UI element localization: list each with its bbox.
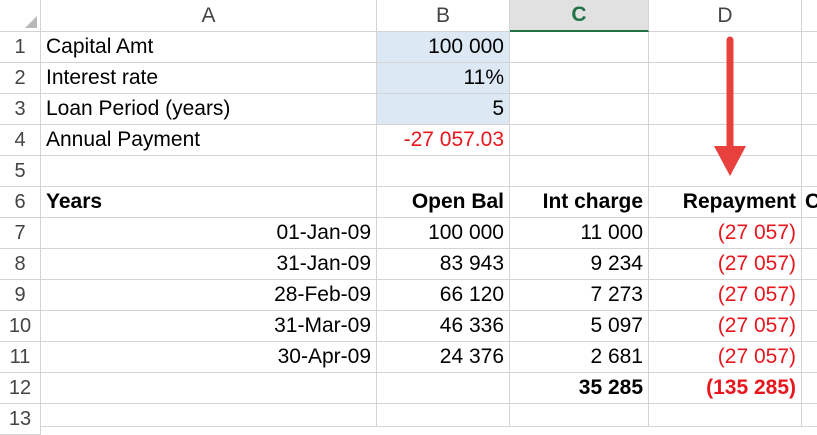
table-row-open-bal[interactable]: 66 120 <box>377 280 510 311</box>
table-row-int-charge[interactable]: 7 273 <box>510 280 649 311</box>
cell-a2-rate-label[interactable]: Interest rate <box>41 63 377 94</box>
cell-d13[interactable] <box>649 404 802 427</box>
row-header-4[interactable]: 4 <box>0 125 41 156</box>
row-header-11[interactable]: 11 <box>0 342 41 373</box>
table-row-int-charge[interactable]: 5 097 <box>510 311 649 342</box>
spreadsheet-grid: A B C D 1 2 3 4 5 6 7 8 9 10 11 12 13 Ca… <box>0 0 817 435</box>
row-header-9[interactable]: 9 <box>0 280 41 311</box>
cell-e3[interactable] <box>802 94 817 125</box>
cell-b2-rate-value[interactable]: 11% <box>377 63 510 94</box>
cell-e10[interactable] <box>802 311 817 342</box>
row-header-7[interactable]: 7 <box>0 218 41 249</box>
table-row-int-charge[interactable]: 9 234 <box>510 249 649 280</box>
header-repayment[interactable]: Repayment <box>649 187 802 218</box>
table-row-date[interactable]: 30-Apr-09 <box>41 342 377 373</box>
cell-d2[interactable] <box>649 63 802 94</box>
cell-b5[interactable] <box>377 156 510 187</box>
row-header-8[interactable]: 8 <box>0 249 41 280</box>
row-header-1[interactable]: 1 <box>0 32 41 63</box>
cell-b1-capital-value[interactable]: 100 000 <box>377 32 510 63</box>
column-header-d[interactable]: D <box>649 0 802 32</box>
cell-e1[interactable] <box>802 32 817 63</box>
cell-a5[interactable] <box>41 156 377 187</box>
table-row-open-bal[interactable]: 100 000 <box>377 218 510 249</box>
header-years[interactable]: Years <box>41 187 377 218</box>
cell-a4-payment-label[interactable]: Annual Payment <box>41 125 377 156</box>
total-repayment[interactable]: (135 285) <box>649 373 802 404</box>
total-int-charge[interactable]: 35 285 <box>510 373 649 404</box>
table-row-open-bal[interactable]: 24 376 <box>377 342 510 373</box>
cell-b3-period-value[interactable]: 5 <box>377 94 510 125</box>
cell-c5[interactable] <box>510 156 649 187</box>
table-row-repayment[interactable]: (27 057) <box>649 218 802 249</box>
column-header-a[interactable]: A <box>41 0 377 32</box>
header-int-charge[interactable]: Int charge <box>510 187 649 218</box>
cell-a13[interactable] <box>41 404 377 427</box>
table-row-date[interactable]: 28-Feb-09 <box>41 280 377 311</box>
cell-e7[interactable] <box>802 218 817 249</box>
cell-d3[interactable] <box>649 94 802 125</box>
cell-c3[interactable] <box>510 94 649 125</box>
table-row-open-bal[interactable]: 46 336 <box>377 311 510 342</box>
cell-e4[interactable] <box>802 125 817 156</box>
table-row-date[interactable]: 31-Mar-09 <box>41 311 377 342</box>
cell-e5[interactable] <box>802 156 817 187</box>
row-header-10[interactable]: 10 <box>0 311 41 342</box>
cell-e9[interactable] <box>802 280 817 311</box>
header-open-bal[interactable]: Open Bal <box>377 187 510 218</box>
column-header-e[interactable] <box>802 0 817 32</box>
row-header-6[interactable]: 6 <box>0 187 41 218</box>
row-header-13[interactable]: 13 <box>0 404 41 435</box>
cell-b12[interactable] <box>377 373 510 404</box>
cell-e13[interactable] <box>802 404 817 427</box>
cell-c4[interactable] <box>510 125 649 156</box>
cell-b13[interactable] <box>377 404 510 427</box>
row-header-3[interactable]: 3 <box>0 94 41 125</box>
table-row-repayment[interactable]: (27 057) <box>649 342 802 373</box>
table-row-repayment[interactable]: (27 057) <box>649 249 802 280</box>
select-all-button[interactable] <box>0 0 41 32</box>
header-next-column[interactable]: C <box>802 187 817 218</box>
table-row-repayment[interactable]: (27 057) <box>649 311 802 342</box>
cell-d4[interactable] <box>649 125 802 156</box>
cell-a3-period-label[interactable]: Loan Period (years) <box>41 94 377 125</box>
cell-d5[interactable] <box>649 156 802 187</box>
cell-c1[interactable] <box>510 32 649 63</box>
cell-e8[interactable] <box>802 249 817 280</box>
cell-e11[interactable] <box>802 342 817 373</box>
select-all-triangle-icon <box>25 16 37 28</box>
row-header-2[interactable]: 2 <box>0 63 41 94</box>
cell-a1-capital-label[interactable]: Capital Amt <box>41 32 377 63</box>
row-header-12[interactable]: 12 <box>0 373 41 404</box>
cell-b4-payment-value[interactable]: -27 057.03 <box>377 125 510 156</box>
cell-c13[interactable] <box>510 404 649 427</box>
table-row-int-charge[interactable]: 11 000 <box>510 218 649 249</box>
cell-d1[interactable] <box>649 32 802 63</box>
row-header-5[interactable]: 5 <box>0 156 41 187</box>
column-header-c[interactable]: C <box>510 0 649 32</box>
column-header-b[interactable]: B <box>377 0 510 32</box>
cell-c2[interactable] <box>510 63 649 94</box>
table-row-int-charge[interactable]: 2 681 <box>510 342 649 373</box>
cell-e2[interactable] <box>802 63 817 94</box>
table-row-open-bal[interactable]: 83 943 <box>377 249 510 280</box>
table-row-date[interactable]: 01-Jan-09 <box>41 218 377 249</box>
cell-e12[interactable] <box>802 373 817 404</box>
cell-a12[interactable] <box>41 373 377 404</box>
table-row-repayment[interactable]: (27 057) <box>649 280 802 311</box>
table-row-date[interactable]: 31-Jan-09 <box>41 249 377 280</box>
